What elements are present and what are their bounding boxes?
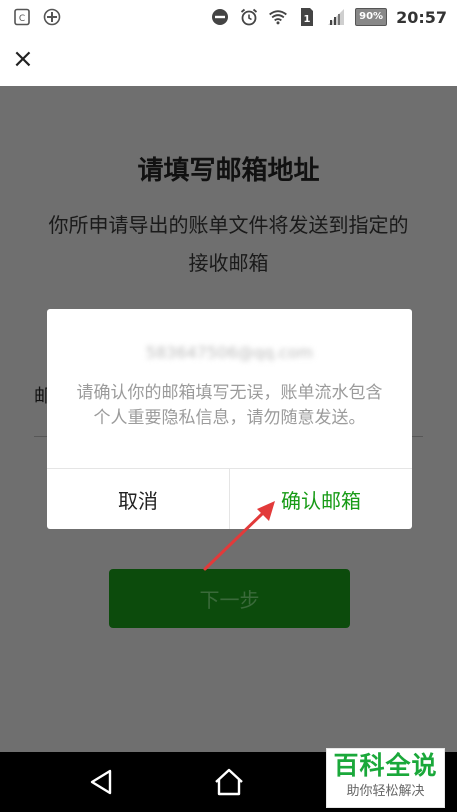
wifi-icon bbox=[268, 7, 288, 27]
battery-icon: 90% bbox=[355, 8, 388, 26]
back-icon[interactable] bbox=[88, 768, 114, 800]
signal-icon bbox=[326, 7, 346, 27]
close-icon[interactable]: × bbox=[12, 46, 34, 72]
status-left-icons: C bbox=[12, 7, 62, 27]
sim-icon: 1 bbox=[297, 7, 317, 27]
sim-badge: 1 bbox=[304, 14, 311, 25]
dialog-email: 583647506@qq.com bbox=[145, 343, 314, 362]
status-bar: C 1 90% 20:57 bbox=[0, 0, 457, 34]
confirm-email-dialog: 583647506@qq.com 请确认你的邮箱填写无误，账单流水包含个人重要隐… bbox=[47, 309, 412, 529]
screenshot-icon: C bbox=[12, 7, 32, 27]
status-time: 20:57 bbox=[396, 7, 447, 27]
page-description: 你所申请导出的账单文件将发送到指定的接收邮箱 bbox=[48, 213, 409, 275]
dialog-message: 请确认你的邮箱填写无误，账单流水包含个人重要隐私信息，请勿随意发送。 bbox=[76, 383, 383, 428]
page-title: 请填写邮箱地址 bbox=[137, 156, 320, 186]
watermark-title: 百科全说 bbox=[333, 751, 438, 780]
dnd-icon bbox=[210, 7, 230, 27]
vpn-icon bbox=[42, 7, 62, 27]
home-icon[interactable] bbox=[213, 767, 245, 801]
watermark-subtitle: 助你轻松解决 bbox=[346, 784, 425, 799]
svg-text:C: C bbox=[19, 14, 25, 24]
status-right-icons: 1 90% 20:57 bbox=[210, 7, 447, 27]
watermark-logo: 百科全说 助你轻松解决 bbox=[326, 748, 445, 808]
alarm-icon bbox=[239, 7, 259, 27]
confirm-email-button[interactable]: 确认邮箱 bbox=[230, 469, 412, 529]
next-step-button[interactable]: 下一步 bbox=[109, 569, 350, 628]
battery-level: 90% bbox=[359, 11, 384, 22]
title-bar: × bbox=[0, 34, 457, 86]
cancel-button[interactable]: 取消 bbox=[47, 469, 229, 529]
